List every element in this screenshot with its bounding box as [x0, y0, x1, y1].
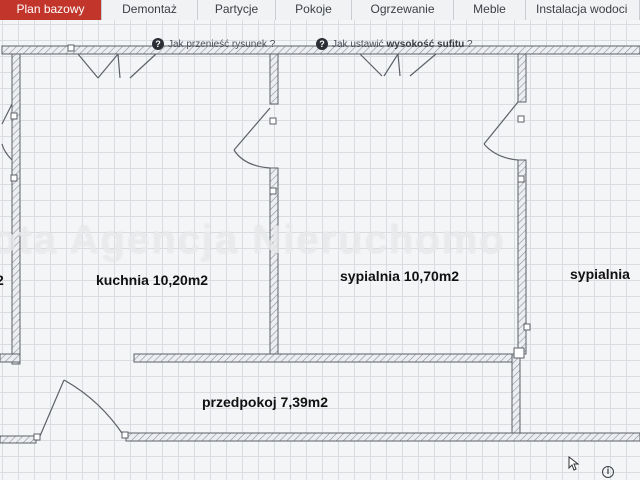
window-bedroom: [359, 53, 437, 77]
wall-rooms-bottom: [133, 353, 519, 363]
door-bedroom: [483, 101, 519, 161]
tab-meble[interactable]: Meble: [454, 0, 526, 20]
tab-instalacja-wodociagowa[interactable]: Instalacja wodoci: [526, 0, 640, 20]
tab-demontaz[interactable]: Demontaż: [102, 0, 198, 20]
help-icon: ?: [152, 38, 164, 50]
wall-left-bottom: [0, 353, 21, 363]
hint-move-drawing[interactable]: ? Jak przenieść rysunek ?: [152, 38, 275, 50]
wall-left: [11, 53, 21, 365]
floor-plan-canvas[interactable]: ? Jak przenieść rysunek ? ? Jak ustawić …: [0, 20, 640, 480]
room-label-kuchnia: kuchnia 10,20m2: [96, 272, 209, 288]
room-label-przedpokoj: przedpokoj 7,39m2: [202, 394, 329, 410]
hint-move-text: Jak przenieść rysunek ?: [168, 38, 276, 50]
hint-ceiling-bold: wysokość sufitu: [386, 38, 465, 50]
tab-pokoje[interactable]: Pokoje: [276, 0, 352, 20]
hint-ceiling-suffix: ?: [464, 38, 473, 50]
room-label-left: 2: [0, 272, 4, 288]
hint-ceiling-text: Jak ustawić: [332, 38, 387, 50]
door-kitchen: [233, 107, 271, 169]
wall-bottom: [125, 432, 640, 442]
wall-corridor-right: [511, 353, 521, 437]
info-icon[interactable]: i: [602, 466, 614, 478]
wall-bedrooms-upper: [517, 53, 527, 103]
watermark: ota Agencja Nieruchomo: [0, 218, 506, 262]
window-kitchen: [77, 53, 157, 79]
wall-bottom-left: [0, 435, 37, 444]
cursor-icon: [568, 456, 580, 471]
tab-bar: Plan bazowy Demontaż Partycje Pokoje Ogr…: [0, 0, 640, 20]
tab-ogrzewanie[interactable]: Ogrzewanie: [352, 0, 454, 20]
tab-partycje[interactable]: Partycje: [198, 0, 276, 20]
tab-plan-bazowy[interactable]: Plan bazowy: [0, 0, 102, 20]
door-left: [1, 103, 13, 161]
room-label-sypialnia: sypialnia 10,70m2: [340, 268, 460, 284]
room-label-sypialnia-2: sypialnia: [570, 266, 630, 282]
wall-kitchen-bedroom-upper: [269, 53, 279, 105]
hint-ceiling-height[interactable]: ? Jak ustawić wysokość sufitu ?: [316, 38, 473, 50]
door-entrance: [39, 379, 125, 437]
help-icon: ?: [316, 38, 328, 50]
